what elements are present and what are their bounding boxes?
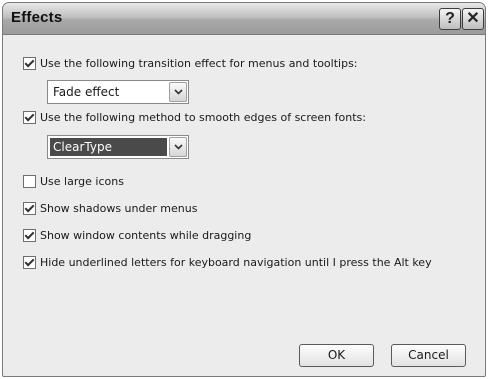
font-smoothing-label: Use the following method to smooth edges… (40, 111, 366, 124)
transition-effect-select[interactable]: Fade effect (47, 80, 189, 104)
large-icons-checkbox[interactable] (23, 175, 36, 188)
font-smoothing-select[interactable]: ClearType (47, 135, 189, 159)
hide-underlines-option[interactable]: Hide underlined letters for keyboard nav… (23, 256, 432, 269)
chevron-down-icon (173, 144, 183, 150)
cancel-button[interactable]: Cancel (391, 344, 466, 367)
hide-underlines-checkbox[interactable] (23, 256, 36, 269)
large-icons-label: Use large icons (40, 175, 124, 188)
chevron-down-icon (173, 89, 183, 95)
font-smoothing-value: ClearType (50, 138, 167, 156)
transition-effect-option[interactable]: Use the following transition effect for … (23, 57, 358, 70)
menu-shadows-label: Show shadows under menus (40, 202, 198, 215)
menu-shadows-option[interactable]: Show shadows under menus (23, 202, 197, 215)
close-icon: ✕ (466, 10, 480, 27)
transition-effect-dropdown-button[interactable] (169, 82, 187, 102)
dialog-title: Effects (11, 9, 63, 26)
menu-shadows-checkbox[interactable] (23, 202, 36, 215)
font-smoothing-dropdown-button[interactable] (169, 137, 187, 157)
effects-dialog: Effects ? ✕ Use the following transition… (2, 2, 486, 377)
ok-button[interactable]: OK (299, 344, 374, 367)
dialog-content: Use the following transition effect for … (3, 36, 485, 376)
close-button[interactable]: ✕ (462, 8, 484, 30)
transition-effect-value: Fade effect (53, 85, 120, 99)
transition-effect-label: Use the following transition effect for … (40, 57, 358, 70)
drag-contents-checkbox[interactable] (23, 229, 36, 242)
font-smoothing-checkbox[interactable] (23, 111, 36, 124)
large-icons-option[interactable]: Use large icons (23, 175, 124, 188)
transition-effect-checkbox[interactable] (23, 57, 36, 70)
hide-underlines-label: Hide underlined letters for keyboard nav… (40, 256, 432, 269)
help-button[interactable]: ? (439, 8, 461, 30)
drag-contents-option[interactable]: Show window contents while dragging (23, 229, 251, 242)
title-bar[interactable]: Effects ? ✕ (3, 3, 485, 35)
font-smoothing-option[interactable]: Use the following method to smooth edges… (23, 111, 366, 124)
drag-contents-label: Show window contents while dragging (40, 229, 252, 242)
help-icon: ? (445, 10, 455, 27)
